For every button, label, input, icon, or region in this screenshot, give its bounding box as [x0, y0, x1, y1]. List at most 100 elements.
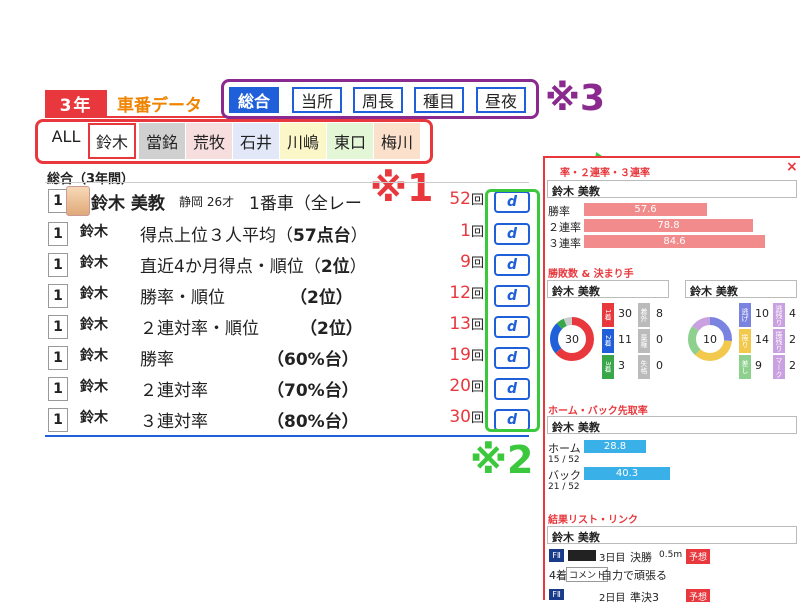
rate-bar: 78.8 [584, 219, 753, 232]
rate-label: ３連率 [548, 237, 581, 250]
row-desc-cell: 勝率・順位 （2位） [140, 283, 353, 308]
filter-umekawa[interactable]: 梅川 [374, 123, 420, 159]
row-rider-name[interactable]: 鈴木 [80, 407, 108, 427]
row-number: 1 [48, 253, 68, 277]
row-rider-name[interactable]: 鈴木 [80, 314, 108, 334]
result-weather: 0.5m [659, 550, 683, 560]
seg-label: 失格 [638, 355, 650, 379]
tab-local[interactable]: 当所 [292, 87, 342, 113]
row-rider-name[interactable]: 鈴木 [80, 345, 108, 365]
row-desc: 勝率 [140, 350, 174, 370]
result-race: 準決3 [630, 591, 659, 604]
year-badge: 3年 [45, 90, 107, 116]
row-desc: ２連対率 [140, 381, 208, 401]
tab-event[interactable]: 種目 [414, 87, 464, 113]
result-comment: 自力で頑張る [601, 569, 667, 582]
filter-aramaki[interactable]: 荒牧 [186, 123, 232, 159]
row-rider-name[interactable]: 鈴木 [80, 376, 108, 396]
row-rider-name[interactable]: 鈴木 [80, 252, 108, 272]
seg-label: 捲残り [773, 329, 785, 353]
seg-value: 9 [755, 359, 762, 372]
page-title: 車番データ [117, 96, 202, 116]
result-race: 決勝 [630, 551, 652, 564]
annotation-note-1: ※1 [370, 166, 434, 210]
result-day: 3日目 [599, 553, 626, 564]
wins-header: 勝敗数 & 決まり手 [548, 269, 634, 280]
filter-all[interactable]: ALL [46, 123, 86, 159]
row-count: 12 [449, 283, 471, 303]
seg-value: 2 [789, 333, 796, 346]
filter-suzuki[interactable]: 鈴木 [88, 123, 136, 159]
panel-header: 率・２連率・３連率 [560, 168, 650, 179]
seg-label: 逃げ [739, 303, 751, 327]
left-chart-name: 鈴木 美教 [547, 280, 669, 298]
row-desc-cell: 直近4か月得点・順位（2位） [140, 252, 367, 277]
row-count: 30 [449, 407, 471, 427]
row-count-unit: 回 [470, 193, 484, 208]
seg-label: 1着 [602, 303, 614, 327]
row-value: （2位） [290, 288, 353, 308]
filter-higashiguchi[interactable]: 東口 [327, 123, 373, 159]
seg-label: 棄権 [638, 329, 650, 353]
seg-label: 着外 [638, 303, 650, 327]
grade-badge: FⅡ [549, 589, 564, 600]
predict-button[interactable]: 予想 [686, 549, 711, 564]
row-number: 1 [48, 315, 68, 339]
seg-value: 0 [656, 359, 663, 372]
row-count: 1 [460, 221, 471, 241]
row-rider-name[interactable]: 鈴木 [80, 283, 108, 303]
row-count: 9 [460, 252, 471, 272]
rider-name[interactable]: 鈴木 美教 [91, 189, 165, 214]
right-chart-name: 鈴木 美教 [685, 280, 797, 298]
row-number: 1 [48, 346, 68, 370]
row-desc-cell: 得点上位３人平均（57点台） [140, 221, 368, 246]
row-count-cell: 13回 [440, 314, 484, 334]
row-desc: ３連対率 [140, 412, 208, 432]
results-header: 結果リスト・リンク [548, 515, 638, 526]
home-bar: 28.8 [584, 440, 646, 453]
row-number: 1 [48, 284, 68, 308]
row-count-unit: 回 [470, 225, 484, 240]
seg-value: 3 [618, 359, 625, 372]
list-divider [45, 182, 529, 183]
row-number: 1 [48, 408, 68, 432]
row-count: 19 [449, 345, 471, 365]
seg-label: 逃残り [773, 303, 785, 327]
rate-label: ２連率 [548, 221, 581, 234]
seg-value: 2 [789, 359, 796, 372]
tab-day-night[interactable]: 昼夜 [476, 87, 526, 113]
seg-value: 30 [618, 307, 632, 320]
grade-badge: FⅡ [549, 549, 564, 562]
row-count: 20 [449, 376, 471, 396]
row-value: （80%台） [267, 412, 359, 432]
row-desc: ２連対率・順位 [140, 319, 259, 339]
result-finish: 4着 [549, 569, 567, 582]
seg-label: マーク [773, 355, 785, 379]
row-count-cell: 9回 [440, 252, 484, 272]
filter-ishii[interactable]: 石井 [233, 123, 279, 159]
close-icon[interactable]: × [786, 159, 798, 175]
seg-value: 10 [755, 307, 769, 320]
row-value: （2位） [300, 319, 363, 339]
back-sub: 21 / 52 [548, 482, 580, 492]
tab-overall[interactable]: 総合 [229, 87, 279, 113]
seg-label: 差し [739, 355, 751, 379]
row-count: 52 [449, 189, 471, 209]
rate-bar: 84.6 [584, 235, 765, 248]
row-desc: 得点上位３人平均（ [140, 226, 293, 246]
tab-track-length[interactable]: 周長 [353, 87, 403, 113]
rider-meta: 静岡 26才 [179, 195, 235, 209]
results-name: 鈴木 美教 [547, 526, 797, 544]
row-rider-name[interactable]: 鈴木 [80, 221, 108, 241]
row-value: 57点台 [293, 226, 351, 246]
list-bottom-border [45, 435, 529, 437]
seg-value: 11 [618, 333, 632, 346]
seg-label: 3着 [602, 355, 614, 379]
row-number: 1 [48, 377, 68, 401]
filter-kawashima[interactable]: 川嶋 [280, 123, 326, 159]
row-value: （70%台） [267, 381, 359, 401]
back-bar: 40.3 [584, 467, 670, 480]
filter-tome[interactable]: 當銘 [139, 123, 185, 159]
predict-button[interactable]: 予想 [686, 589, 711, 602]
seg-label: 2着 [602, 329, 614, 353]
